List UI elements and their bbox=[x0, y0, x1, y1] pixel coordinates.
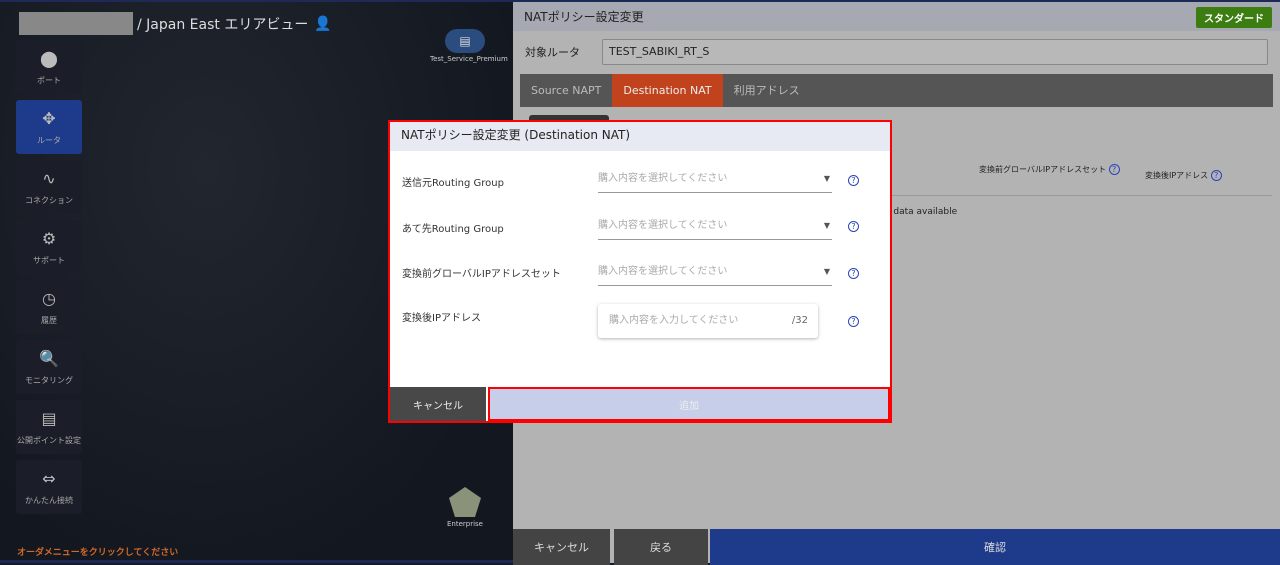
sidebar-item-label: ルータ bbox=[37, 135, 61, 145]
area-title: / Japan East エリアビュー 👤 bbox=[19, 12, 332, 35]
tab-destination-nat[interactable]: Destination NAT bbox=[612, 74, 723, 107]
dest-routing-group-label: あて先Routing Group bbox=[402, 224, 504, 235]
sidebar-item-support[interactable]: ⚙ サポート bbox=[16, 220, 82, 274]
enterprise-node[interactable]: Enterprise bbox=[440, 486, 490, 528]
sidebar-item-router[interactable]: ✥ ルータ bbox=[16, 100, 82, 154]
service-node-label: Test_Service_Premium bbox=[430, 55, 508, 63]
select-placeholder: 購入内容を選択してください bbox=[598, 173, 728, 184]
post-ip-input[interactable]: 購入内容を入力してください/32 bbox=[598, 304, 818, 338]
router-field[interactable]: TEST_SABIKI_RT_S bbox=[602, 39, 1268, 65]
enterprise-node-label: Enterprise bbox=[446, 520, 483, 528]
sidebar-item-label: コネクション bbox=[25, 195, 73, 205]
back-button[interactable]: 戻る bbox=[614, 529, 708, 565]
cloud-icon: ▤ bbox=[445, 29, 485, 53]
caret-down-icon: ▼ bbox=[823, 221, 830, 230]
help-icon[interactable]: ? bbox=[1108, 164, 1120, 175]
select-placeholder: 購入内容を選択してください bbox=[598, 220, 728, 231]
source-routing-group-label: 送信元Routing Group bbox=[402, 178, 504, 189]
sidebar-item-label: ポート bbox=[37, 75, 61, 85]
sidebar-item-label: 公開ポイント設定 bbox=[17, 435, 81, 445]
nat-policy-dialog: NATポリシー設定変更 (Destination NAT) 送信元Routing… bbox=[388, 120, 892, 423]
sidebar-item-easy-connect[interactable]: ⇔ かんたん接続 bbox=[16, 460, 82, 514]
pre-global-ip-set-select[interactable]: 購入内容を選択してください ▼ bbox=[598, 264, 832, 286]
column-header-text: 変換後IPアドレス bbox=[1145, 171, 1209, 180]
confirm-button[interactable]: 確認 bbox=[710, 529, 1280, 565]
router-row: 対象ルータ TEST_SABIKI_RT_S bbox=[525, 39, 1268, 65]
sidebar-item-history[interactable]: ◷ 履歴 bbox=[16, 280, 82, 334]
sidebar-item-public-point[interactable]: ▤ 公開ポイント設定 bbox=[16, 400, 82, 454]
cidr-suffix: /32 bbox=[791, 315, 808, 326]
router-icon: ✥ bbox=[42, 109, 56, 128]
redacted-name bbox=[19, 12, 133, 35]
help-icon[interactable]: ? bbox=[848, 175, 859, 186]
help-icon[interactable]: ? bbox=[848, 268, 859, 279]
user-headset-icon[interactable]: 👤 bbox=[314, 16, 331, 32]
input-placeholder: 購入内容を入力してください bbox=[609, 315, 739, 326]
public-point-icon: ▤ bbox=[41, 409, 57, 428]
column-header: 変換後IPアドレス ? bbox=[1145, 170, 1222, 181]
history-icon: ◷ bbox=[42, 289, 56, 308]
panel-title: NATポリシー設定変更 bbox=[524, 10, 644, 24]
sidebar-item-label: かんたん接続 bbox=[25, 495, 73, 505]
help-icon[interactable]: ? bbox=[848, 316, 859, 327]
post-ip-label: 変換後IPアドレス bbox=[402, 313, 481, 324]
caret-down-icon: ▼ bbox=[823, 174, 830, 183]
sidebar-item-port[interactable]: ⬤ ポート bbox=[16, 40, 82, 94]
panel-header: NATポリシー設定変更 スタンダード bbox=[513, 2, 1280, 31]
dest-routing-group-select[interactable]: 購入内容を選択してください ▼ bbox=[598, 218, 832, 240]
help-icon[interactable]: ? bbox=[1210, 170, 1222, 181]
cancel-button[interactable]: キャンセル bbox=[513, 529, 610, 565]
sidebar-item-connection[interactable]: ∿ コネクション bbox=[16, 160, 82, 214]
easy-connect-icon: ⇔ bbox=[42, 469, 56, 488]
port-icon: ⬤ bbox=[40, 49, 58, 68]
router-label: 対象ルータ bbox=[525, 46, 580, 59]
sidebar-item-monitoring[interactable]: 🔍 モニタリング bbox=[16, 340, 82, 394]
source-routing-group-select[interactable]: 購入内容を選択してください ▼ bbox=[598, 171, 832, 193]
column-header: 変換前グローバルIPアドレスセット ? bbox=[979, 164, 1120, 175]
bottom-actions: キャンセル 戻る 確認 bbox=[513, 529, 1280, 565]
pre-global-ip-set-label: 変換前グローバルIPアドレスセット bbox=[402, 269, 561, 280]
dialog-title: NATポリシー設定変更 (Destination NAT) bbox=[390, 122, 890, 151]
service-node[interactable]: ▤ Test_Service_Premium bbox=[430, 29, 508, 63]
dialog-add-button[interactable]: 追加 bbox=[488, 387, 890, 421]
sidebar-item-label: モニタリング bbox=[25, 375, 73, 385]
select-placeholder: 購入内容を選択してください bbox=[598, 266, 728, 277]
column-header-text: 変換前グローバルIPアドレスセット bbox=[979, 165, 1107, 174]
pentagon-icon bbox=[449, 487, 481, 517]
help-icon[interactable]: ? bbox=[848, 221, 859, 232]
support-icon: ⚙ bbox=[41, 229, 57, 248]
plan-badge: スタンダード bbox=[1196, 7, 1272, 28]
footer-message: オーダメニューをクリックしてください bbox=[17, 548, 179, 558]
tab-used-address[interactable]: 利用アドレス bbox=[723, 74, 811, 107]
dialog-cancel-button[interactable]: キャンセル bbox=[390, 387, 486, 421]
no-data-text: o data available bbox=[885, 207, 958, 217]
tab-bar: Source NAPT Destination NAT 利用アドレス bbox=[520, 74, 1273, 107]
area-title-text: / Japan East エリアビュー bbox=[137, 16, 309, 33]
tab-source-napt[interactable]: Source NAPT bbox=[520, 74, 612, 107]
monitoring-icon: 🔍 bbox=[39, 349, 59, 368]
sidebar-item-label: サポート bbox=[33, 255, 65, 265]
connection-icon: ∿ bbox=[42, 169, 56, 188]
sidebar-item-label: 履歴 bbox=[41, 315, 57, 325]
caret-down-icon: ▼ bbox=[823, 267, 830, 276]
